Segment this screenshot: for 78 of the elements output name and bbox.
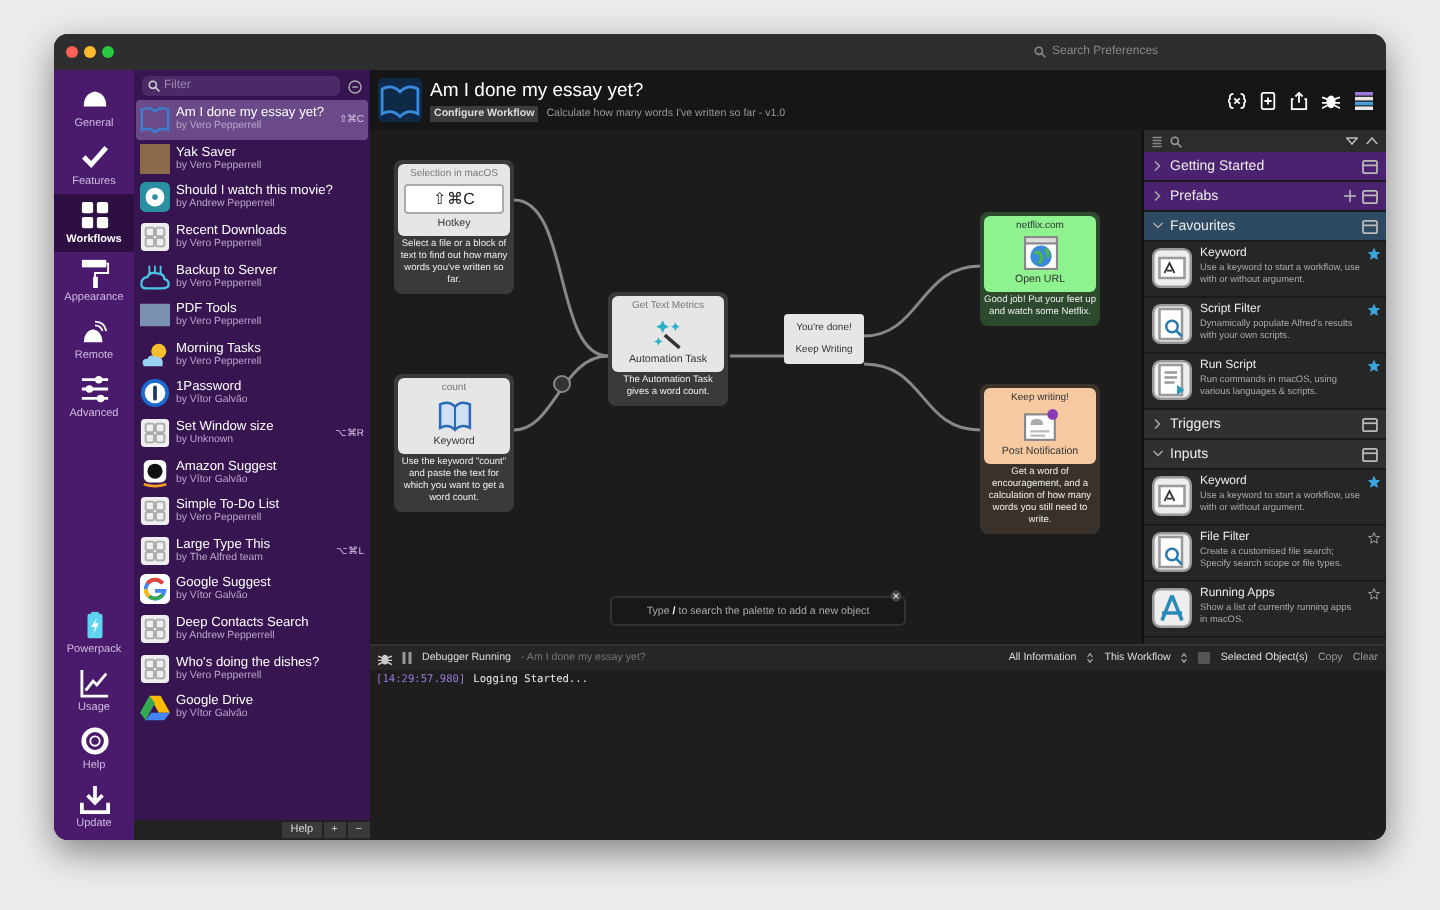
line-chart-icon [79, 668, 109, 698]
globe-window-icon [1023, 236, 1057, 270]
chevron-icon[interactable] [1152, 190, 1164, 202]
chevron-icon[interactable] [1152, 448, 1164, 460]
connection-line [863, 362, 981, 432]
dome-signal-icon [79, 316, 109, 346]
checkbox[interactable] [1198, 652, 1211, 664]
document-plus-icon[interactable] [1260, 91, 1276, 109]
braces-x-icon[interactable] [1228, 91, 1246, 109]
notification-icon [1023, 408, 1057, 442]
grid-icon [140, 653, 170, 684]
grid-icon [140, 222, 170, 253]
lifebuoy-icon [79, 726, 109, 756]
chevron-icon[interactable] [1152, 160, 1164, 172]
close-window-button[interactable] [66, 46, 78, 58]
photo-placeholder [140, 300, 170, 331]
bug-icon[interactable] [1322, 91, 1340, 109]
stacked-bars-icon[interactable] [1354, 91, 1374, 109]
photo-placeholder [140, 143, 170, 174]
pause-icon[interactable] [402, 652, 412, 664]
keyword-icon [1152, 248, 1192, 288]
star-icon[interactable] [1368, 304, 1380, 316]
updown-icon [1086, 652, 1095, 664]
chevron-icon[interactable] [1152, 220, 1164, 232]
junction-dot[interactable] [553, 375, 571, 393]
document-search-icon [1152, 532, 1192, 572]
grid-icon [140, 496, 170, 527]
cloud-upload-icon [140, 261, 170, 292]
bug-icon[interactable] [378, 651, 392, 665]
download-icon [79, 784, 109, 814]
tray-icon[interactable] [1362, 447, 1378, 461]
magic-wand-icon [651, 316, 685, 350]
tray-icon[interactable] [1362, 219, 1378, 233]
chevron-up-icon[interactable] [1366, 136, 1378, 146]
tray-icon[interactable] [1362, 417, 1378, 431]
tray-icon[interactable] [1362, 159, 1378, 173]
book-icon [140, 104, 170, 135]
sun-cloud-icon [140, 339, 170, 370]
grid-icon [140, 418, 170, 449]
connection-line [730, 354, 784, 358]
checkmark-icon [79, 142, 109, 172]
document-search-icon [1152, 304, 1192, 344]
star-icon[interactable] [1368, 360, 1380, 372]
star-icon[interactable] [1368, 476, 1380, 488]
tray-icon[interactable] [1362, 189, 1378, 203]
zoom-window-button[interactable] [102, 46, 114, 58]
star-icon[interactable] [1368, 588, 1380, 600]
book-icon [378, 78, 422, 122]
app-store-icon [1152, 588, 1192, 628]
paint-roller-icon [79, 258, 109, 288]
minus-circle-icon[interactable] [348, 79, 362, 93]
triangle-icon [140, 692, 170, 723]
share-icon[interactable] [1290, 91, 1308, 109]
connection-line [863, 264, 981, 338]
film-reel-icon [140, 182, 170, 213]
grid-icon [140, 535, 170, 566]
script-icon [1152, 360, 1192, 400]
book-icon [437, 398, 471, 432]
star-icon[interactable] [1368, 248, 1380, 260]
plus-icon[interactable] [1344, 190, 1356, 202]
minimize-window-button[interactable] [84, 46, 96, 58]
grid-icon [140, 614, 170, 645]
search-icon [148, 80, 160, 92]
grid-icon [79, 200, 109, 230]
chevron-icon[interactable] [1152, 418, 1164, 430]
keyhole-icon [140, 378, 170, 409]
updown-icon [1180, 652, 1189, 664]
close-icon[interactable] [890, 590, 902, 602]
hotkey-field: ⇧⌘C [404, 184, 504, 214]
keyword-icon [1152, 476, 1192, 516]
search-icon [1034, 46, 1046, 58]
workflow-title: Am I done my essay yet? [430, 79, 646, 101]
chevron-down-icon[interactable] [1346, 136, 1358, 146]
g-logo-icon [140, 574, 170, 605]
sliders-icon [79, 374, 109, 404]
star-icon[interactable] [1368, 532, 1380, 544]
search-icon[interactable] [1170, 135, 1182, 147]
list-icon[interactable] [1152, 135, 1162, 147]
